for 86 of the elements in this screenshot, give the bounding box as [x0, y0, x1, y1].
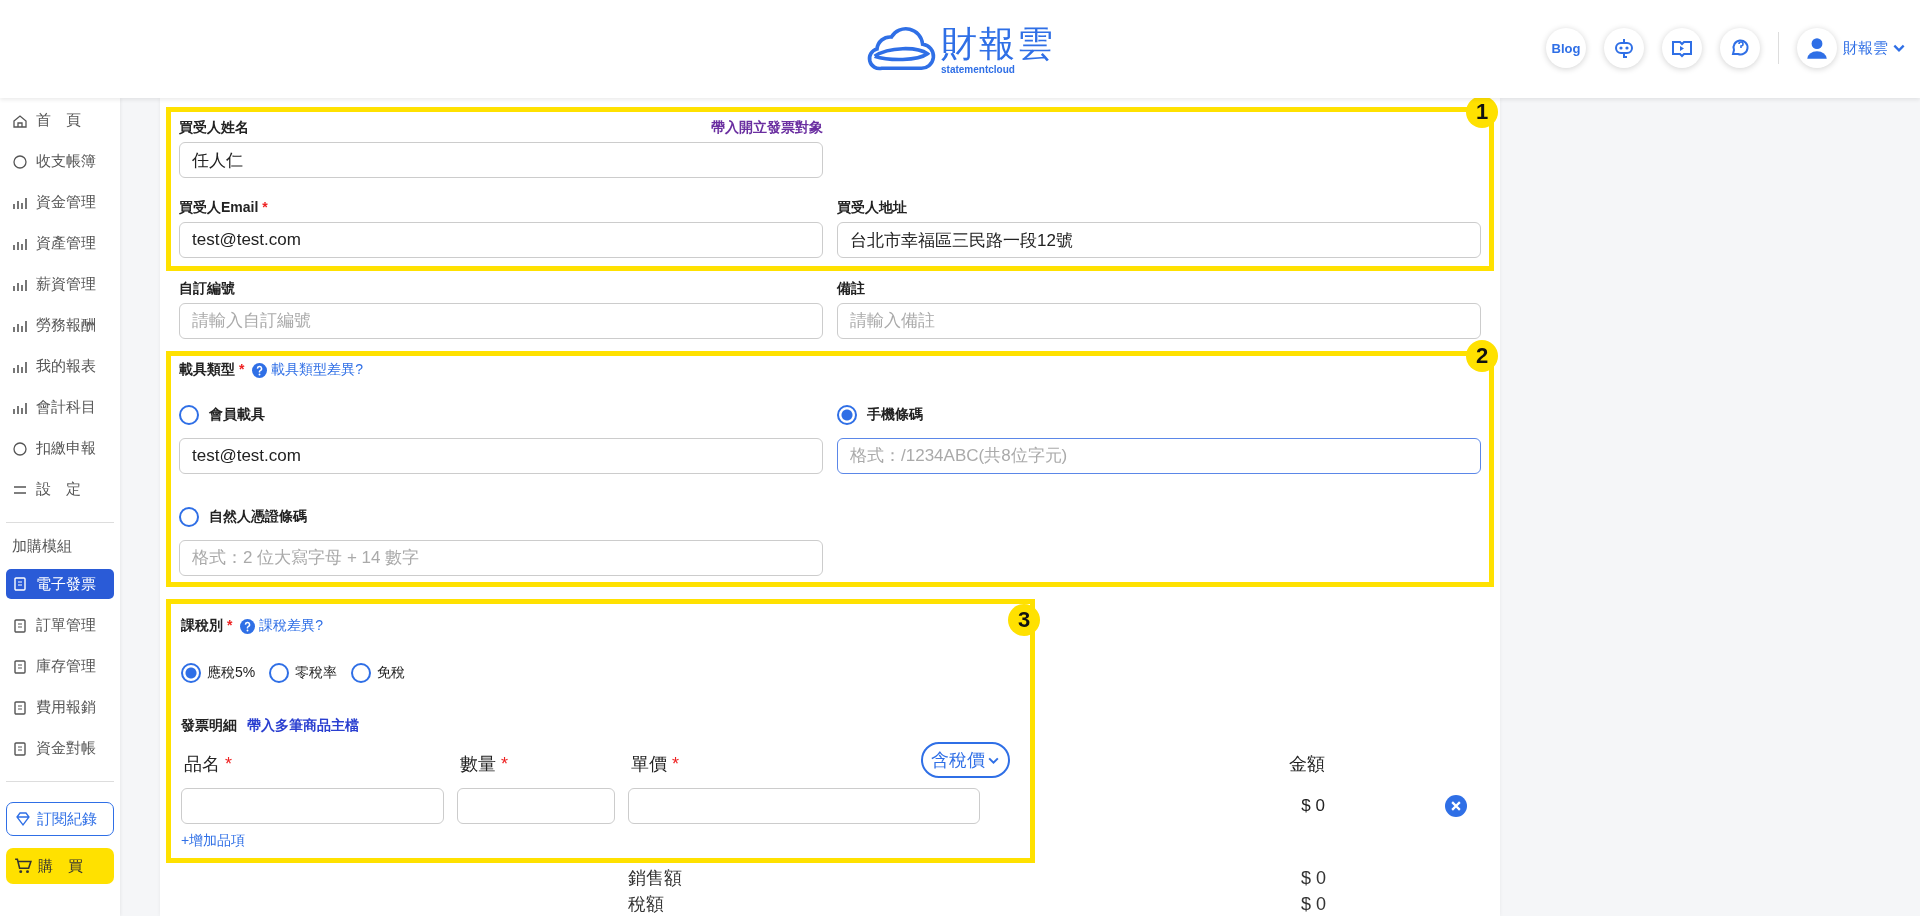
buy-button[interactable]: 購 買	[6, 848, 114, 884]
sidebar-item[interactable]: 勞務報酬	[6, 305, 114, 346]
section-label: 發票明細	[181, 717, 237, 735]
cloud-logo-icon	[865, 25, 937, 73]
input-field[interactable]: 台北市幸福區三民路一段12號	[837, 222, 1481, 258]
help-chat-icon[interactable]	[1720, 28, 1760, 68]
field-label: 買受人Email *	[179, 199, 268, 217]
step-badge: 1	[1466, 96, 1498, 128]
receipt-icon	[12, 658, 28, 675]
radio-option[interactable]: 免稅	[351, 660, 406, 686]
input-field[interactable]: 格式：2 位大寫字母 + 14 數字	[179, 540, 823, 576]
help-icon	[252, 362, 268, 378]
radio-icon[interactable]	[179, 507, 199, 527]
help-link[interactable]: 載具類型差異?	[271, 361, 364, 379]
amount-value: $ 0	[1301, 796, 1326, 816]
sidebar-item[interactable]: 設 定	[6, 469, 114, 510]
blog-button[interactable]: Blog	[1546, 28, 1586, 68]
radio-icon[interactable]	[351, 663, 372, 683]
input-field[interactable]: 請輸入自訂編號	[179, 303, 823, 339]
input-field[interactable]: 任人仁	[179, 142, 823, 178]
field-label: 自訂編號	[179, 280, 235, 298]
input-field[interactable]: test@test.com	[179, 222, 823, 258]
radio-option[interactable]: 手機條碼	[837, 402, 1481, 428]
user-avatar-icon[interactable]	[1797, 28, 1837, 68]
field-label: 載具類型 *	[179, 361, 245, 379]
logo-tagline: statementcloud	[941, 63, 1016, 75]
total-label: 稅額	[628, 893, 664, 916]
add-item-link[interactable]: +增加品項	[181, 832, 246, 850]
column-header: 單價 *	[630, 753, 680, 776]
input-field[interactable]	[457, 788, 615, 824]
price-mode-dropdown[interactable]: 含稅價	[921, 742, 1010, 778]
sidebar-section-title: 加購模組	[11, 536, 73, 556]
import-products-link[interactable]: 帶入多筆商品主檔	[247, 717, 359, 735]
sidebar-item[interactable]: 薪資管理	[6, 264, 114, 305]
radio-icon[interactable]	[181, 663, 201, 683]
total-value: $ 0	[1300, 867, 1326, 889]
sidebar-item[interactable]: 資產管理	[6, 223, 114, 264]
step-badge: 2	[1466, 340, 1498, 372]
radio-option[interactable]: 零稅率	[269, 660, 338, 686]
radio-icon[interactable]	[837, 405, 857, 425]
field-label: 課稅別 *	[181, 617, 233, 635]
sidebar-item[interactable]: 庫存管理	[6, 646, 114, 687]
total-value: $ 0	[1300, 893, 1326, 915]
step-badge: 3	[1008, 604, 1040, 636]
diamond-icon	[15, 811, 31, 827]
field-label: 買受人姓名	[179, 119, 249, 137]
sidebar-item[interactable]: 費用報銷	[6, 687, 114, 728]
radio-icon[interactable]	[269, 663, 290, 683]
radio-option[interactable]: 應稅5%	[181, 660, 256, 686]
input-field[interactable]: 請輸入備註	[837, 303, 1481, 339]
receipt-icon	[12, 576, 28, 592]
column-header: 品名 *	[183, 753, 234, 776]
total-label: 銷售額	[628, 867, 682, 890]
sidebar-item[interactable]: 資金管理	[6, 182, 114, 223]
sidebar-item[interactable]: 我的報表	[6, 346, 114, 387]
robot-icon[interactable]	[1604, 28, 1644, 68]
sidebar-item[interactable]: 訂單管理	[6, 605, 114, 646]
receipt-icon	[12, 617, 28, 634]
video-book-icon[interactable]	[1662, 28, 1702, 68]
help-link[interactable]: 課稅差異?	[259, 617, 324, 635]
subscription-button[interactable]: 訂閱紀錄	[6, 802, 114, 836]
radio-icon[interactable]	[179, 405, 199, 425]
receipt-icon	[12, 699, 28, 716]
cart-icon	[14, 857, 32, 875]
input-field[interactable]: 格式：/1234ABC(共8位字元)	[837, 438, 1481, 474]
sidebar-item[interactable]: 首 頁	[6, 100, 114, 141]
remove-icon[interactable]	[1445, 795, 1467, 817]
receipt-icon	[12, 740, 28, 757]
help-icon	[240, 618, 256, 634]
column-header: 數量 *	[459, 753, 510, 776]
sidebar-item[interactable]: 收支帳簿	[6, 141, 114, 182]
sidebar-item[interactable]: 電子發票	[6, 569, 114, 599]
input-field[interactable]	[181, 788, 444, 824]
radio-option[interactable]: 會員載具	[179, 402, 823, 428]
field-label: 備註	[837, 280, 865, 298]
import-link[interactable]: 帶入開立發票對象	[711, 119, 823, 137]
radio-option[interactable]: 自然人憑證條碼	[179, 504, 823, 530]
sidebar-item[interactable]: 資金對帳	[6, 728, 114, 769]
column-header: 金額	[1288, 753, 1326, 776]
sidebar-item[interactable]: 扣繳申報	[6, 428, 114, 469]
input-field[interactable]	[628, 788, 980, 824]
field-label: 買受人地址	[837, 199, 907, 217]
user-menu[interactable]: 財報雲	[1843, 38, 1906, 58]
logo-name: 財報雲	[941, 23, 1055, 64]
input-field[interactable]: test@test.com	[179, 438, 823, 474]
sidebar-item[interactable]: 會計科目	[6, 387, 114, 428]
